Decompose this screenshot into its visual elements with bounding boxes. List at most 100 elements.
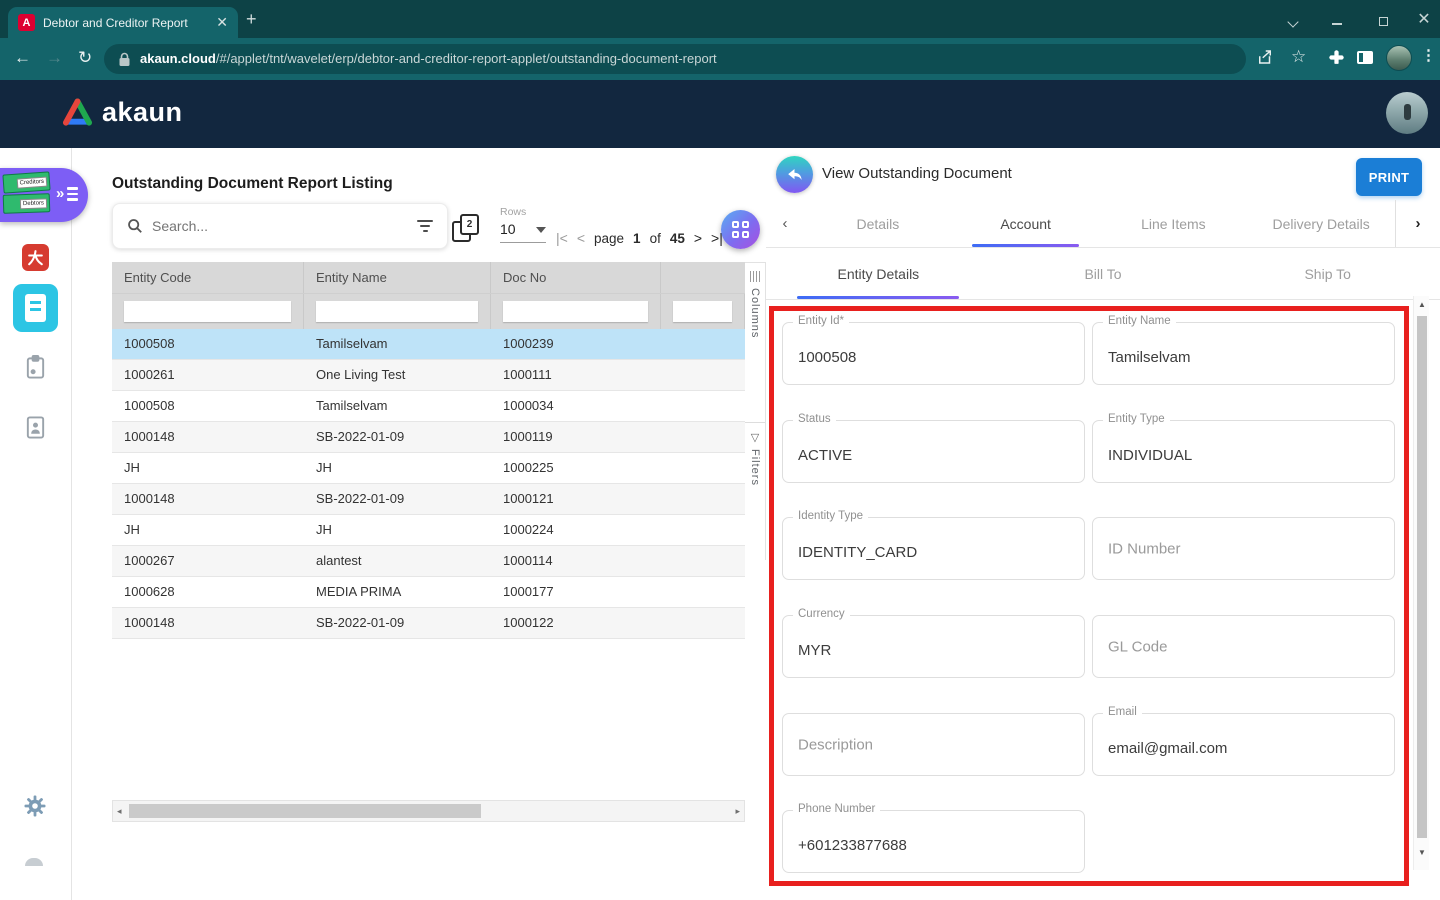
filter-entity-code-input[interactable] <box>124 301 291 322</box>
tab-close-icon[interactable]: ✕ <box>216 14 228 31</box>
tab-delivery-details[interactable]: Delivery Details <box>1247 200 1395 247</box>
status-field[interactable]: Status ACTIVE <box>782 420 1085 483</box>
sidebar-item-clipboard[interactable] <box>24 354 47 385</box>
table-row[interactable]: 1000628 MEDIA PRIMA 1000177 <box>112 577 745 608</box>
share-icon[interactable] <box>1256 48 1274 71</box>
browser-forward-icon[interactable]: → <box>46 48 63 68</box>
rows-dropdown-caret-icon[interactable] <box>536 227 546 233</box>
cell-entity-code: 1000628 <box>112 577 304 607</box>
cell-extra <box>661 422 745 452</box>
cell-doc-no: 1000034 <box>491 391 661 421</box>
tabs-scroll-right-icon[interactable]: › <box>1396 200 1440 247</box>
gl-code-field[interactable]: GL Code <box>1092 615 1395 678</box>
reply-arrow-icon <box>785 165 804 184</box>
id-number-field[interactable]: ID Number <box>1092 517 1395 580</box>
cell-entity-name: SB-2022-01-09 <box>304 608 491 638</box>
subtab-bill-to[interactable]: Bill To <box>991 248 1216 299</box>
columns-toggle[interactable]: Columns <box>745 263 765 423</box>
table-row[interactable]: 1000508 Tamilselvam 1000239 <box>112 329 745 360</box>
subtab-entity-details[interactable]: Entity Details <box>766 248 991 299</box>
search-box[interactable] <box>112 203 448 249</box>
tab-details[interactable]: Details <box>804 200 952 247</box>
vertical-scrollbar[interactable]: ▲ ▼ <box>1413 296 1429 870</box>
header-entity-code[interactable]: Entity Code <box>112 262 304 293</box>
akaun-logo[interactable]: akaun <box>62 97 183 128</box>
filter-extra-input[interactable] <box>673 301 732 322</box>
window-minimize-button[interactable] <box>1326 15 1348 31</box>
identity-type-field[interactable]: Identity Type IDENTITY_CARD <box>782 517 1085 580</box>
table-row[interactable]: 1000148 SB-2022-01-09 1000122 <box>112 608 745 639</box>
user-avatar[interactable] <box>1386 92 1428 134</box>
table-row[interactable]: 1000148 SB-2022-01-09 1000119 <box>112 422 745 453</box>
filter-doc-no-input[interactable] <box>503 301 648 322</box>
extensions-puzzle-icon[interactable] <box>1328 49 1345 71</box>
browser-tab[interactable]: A Debtor and Creditor Report ✕ <box>8 7 238 38</box>
duplicate-pages-icon[interactable]: 2 <box>452 214 479 242</box>
tab-account[interactable]: Account <box>952 200 1100 247</box>
id-badge-icon <box>24 414 47 440</box>
filter-list-icon[interactable] <box>417 220 433 232</box>
page-word: page <box>594 231 624 246</box>
horizontal-scrollbar[interactable]: ◂ ▸ <box>112 800 745 822</box>
cell-extra <box>661 453 745 483</box>
url-text: akaun.cloud/#/applet/tnt/wavelet/erp/deb… <box>140 50 717 68</box>
tabs-scroll-left-icon[interactable]: ‹ <box>766 200 804 247</box>
print-button[interactable]: PRINT <box>1356 158 1422 196</box>
sidebar-profile[interactable] <box>25 856 45 876</box>
currency-field[interactable]: Currency MYR <box>782 615 1085 678</box>
table-row[interactable]: JH JH 1000225 <box>112 453 745 484</box>
phone-number-field[interactable]: Phone Number +601233877688 <box>782 810 1085 873</box>
table-row[interactable]: JH JH 1000224 <box>112 515 745 546</box>
sidebar-item-dai-app[interactable] <box>22 244 49 271</box>
scroll-left-arrow-icon[interactable]: ◂ <box>117 804 122 818</box>
first-page-button[interactable]: |< <box>556 230 568 246</box>
filters-toggle[interactable]: ▽ Filters <box>745 423 765 486</box>
scroll-down-arrow-icon[interactable]: ▼ <box>1414 848 1430 857</box>
lock-icon <box>118 52 131 67</box>
email-field[interactable]: Email email@gmail.com <box>1092 713 1395 776</box>
entity-name-field[interactable]: Entity Name Tamilselvam <box>1092 322 1395 385</box>
scroll-up-arrow-icon[interactable]: ▲ <box>1414 300 1430 309</box>
browser-menu-kebab-icon[interactable]: ⋮ <box>1421 46 1436 64</box>
browser-refresh-icon[interactable]: ↻ <box>78 48 92 68</box>
sidebar-item-debtor-creditor-applet[interactable]: Creditors Debtors » <box>0 168 88 222</box>
next-page-button[interactable]: > <box>694 230 702 246</box>
tab-line-items[interactable]: Line Items <box>1100 200 1248 247</box>
horizontal-scrollbar-thumb[interactable] <box>129 804 481 818</box>
vertical-scrollbar-thumb[interactable] <box>1417 316 1427 838</box>
sidebar-item-document-app[interactable] <box>13 284 58 332</box>
description-field[interactable]: Description <box>782 713 1085 776</box>
side-panel-icon[interactable] <box>1357 51 1373 69</box>
browser-profile-avatar[interactable] <box>1386 45 1412 71</box>
table-row[interactable]: 1000267 alantest 1000114 <box>112 546 745 577</box>
back-button[interactable] <box>776 156 813 193</box>
prev-page-button[interactable]: < <box>577 230 585 246</box>
listing-title: Outstanding Document Report Listing <box>112 175 393 193</box>
entity-id-field[interactable]: Entity Id* 1000508 <box>782 322 1085 385</box>
header-doc-no[interactable]: Doc No <box>491 262 661 293</box>
search-input[interactable] <box>152 218 408 234</box>
new-tab-button[interactable]: + <box>246 9 257 30</box>
entity-type-field[interactable]: Entity Type INDIVIDUAL <box>1092 420 1395 483</box>
dai-character-icon <box>26 248 45 267</box>
table-row[interactable]: 1000148 SB-2022-01-09 1000121 <box>112 484 745 515</box>
table-row[interactable]: 1000261 One Living Test 1000111 <box>112 360 745 391</box>
sidebar-item-badge[interactable] <box>24 414 47 445</box>
window-restore-button[interactable] <box>1372 13 1394 29</box>
browser-back-icon[interactable]: ← <box>14 48 31 68</box>
sidebar-settings[interactable] <box>23 794 47 823</box>
gear-icon <box>23 794 47 818</box>
address-bar[interactable]: akaun.cloud/#/applet/tnt/wavelet/erp/deb… <box>104 44 1246 74</box>
of-word: of <box>650 231 661 246</box>
filter-entity-name-input[interactable] <box>316 301 478 322</box>
cell-doc-no: 1000111 <box>491 360 661 390</box>
expand-menu-icon[interactable]: » <box>56 184 78 204</box>
table-row[interactable]: 1000508 Tamilselvam 1000034 <box>112 391 745 422</box>
scroll-right-arrow-icon[interactable]: ▸ <box>735 804 740 818</box>
subtab-ship-to[interactable]: Ship To <box>1215 248 1440 299</box>
header-entity-name[interactable]: Entity Name <box>304 262 491 293</box>
window-menu-chevron-icon[interactable] <box>1282 13 1304 29</box>
grid-view-button[interactable] <box>721 210 760 249</box>
bookmark-star-icon[interactable]: ☆ <box>1291 47 1306 67</box>
window-close-button[interactable]: ✕ <box>1413 9 1435 29</box>
